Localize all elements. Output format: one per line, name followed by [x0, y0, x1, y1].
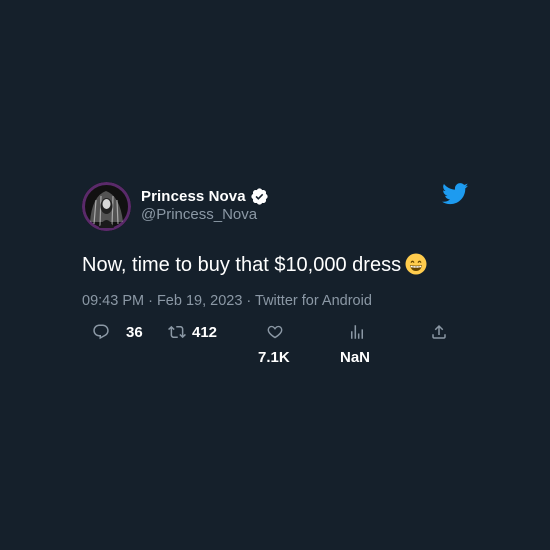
views-icon — [348, 323, 366, 341]
reply-button[interactable]: 36 — [92, 321, 143, 343]
action-bar: 36 412 7.1K NaN — [82, 321, 472, 371]
retweet-icon — [168, 323, 186, 341]
like-count: 7.1K — [258, 349, 290, 366]
reply-icon — [92, 323, 110, 341]
views-count: NaN — [340, 349, 371, 366]
twitter-bird-icon — [442, 183, 469, 205]
retweet-button[interactable]: 412 — [168, 321, 217, 343]
tweet-meta[interactable]: 09:43 PM · Feb 19, 2023 · Twitter for An… — [82, 293, 372, 309]
grinning-face-emoji-icon — [405, 253, 427, 275]
like-button[interactable]: 7.1K — [258, 321, 306, 366]
tweet-text: Now, time to buy that $10,000 dress — [82, 252, 427, 278]
avatar[interactable] — [82, 182, 131, 231]
verified-badge-icon — [250, 187, 269, 206]
handle[interactable]: @Princess_Nova — [141, 206, 257, 223]
avatar-image — [82, 182, 131, 231]
retweet-count: 412 — [192, 323, 218, 341]
tweet-text-body: Now, time to buy that $10,000 dress — [82, 254, 402, 276]
share-icon — [430, 323, 448, 341]
reply-count: 36 — [126, 323, 143, 341]
name-row: Princess Nova — [141, 186, 269, 206]
display-name[interactable]: Princess Nova — [141, 188, 246, 205]
heart-icon — [266, 323, 284, 341]
views-button[interactable]: NaN — [340, 321, 388, 366]
share-button[interactable] — [430, 321, 448, 343]
tweet-card: Princess Nova @Princess_Nova Now, time t… — [82, 182, 472, 382]
